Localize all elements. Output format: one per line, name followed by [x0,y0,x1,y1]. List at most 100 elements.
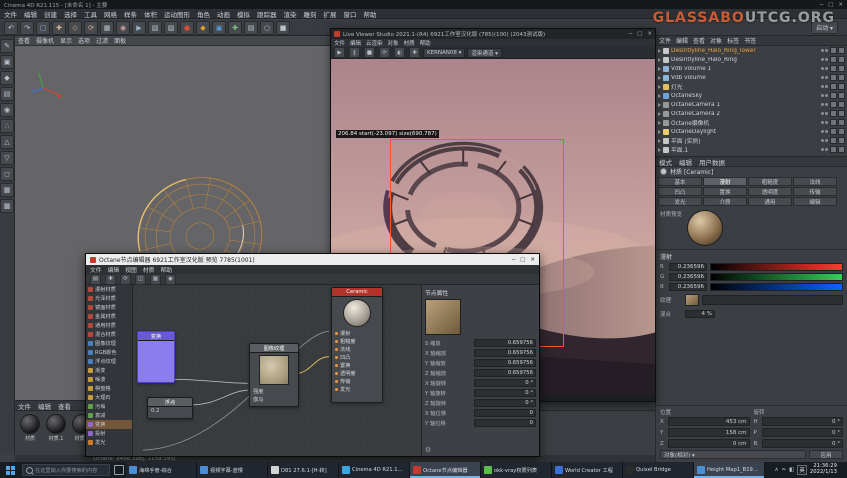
render-passes-dropdown[interactable]: 渲染通道 ▾ [467,48,502,58]
node-input-row[interactable]: 粗糙度 [332,337,382,345]
coordinate-value[interactable]: 158 cm [668,428,750,437]
channel-value[interactable]: 0.236596 [669,263,707,271]
material-channel-tab[interactable]: 凹凸 [658,187,702,196]
coordinate-value[interactable]: 0 ° [762,428,844,437]
toolbar-icon[interactable]: ▶ [334,47,345,58]
menu-item[interactable]: 模拟 [237,9,250,19]
menu-item[interactable]: 编辑 [24,9,37,19]
material-channel-tab[interactable]: 置换 [703,187,747,196]
param-value[interactable]: 0.659756 [474,339,536,347]
ceramic-material-node[interactable]: Ceramic 漫射 粗糙度 法线 凹凸 置换 透明度 传输 发光 [331,287,383,403]
node-editor-titlebar[interactable]: Octane节点编辑器 6921工作室汉化版 预览 7785(1001) ─ □… [86,254,539,265]
toolbar-icon[interactable]: ■ [364,47,375,58]
visibility-dots[interactable] [821,94,828,97]
menu-item[interactable]: 材质 [143,265,155,274]
param-value[interactable]: 0 ° [474,389,536,397]
object-label[interactable]: Vdb volume [671,75,819,81]
object-label[interactable]: Desintlyline_Halo_Ring [671,57,819,63]
toolbar-icon[interactable]: ▣ [212,21,226,35]
node-input-row[interactable]: 透明度 [332,369,382,377]
node-palette-item[interactable]: 渐变 [86,366,132,375]
menu-item[interactable]: 标签 [727,36,739,45]
visibility-dots[interactable] [821,67,828,70]
node-palette-item[interactable]: 混合材质 [86,330,132,339]
menu-item[interactable]: 书签 [744,36,756,45]
coordinate-value[interactable]: 0 ° [762,439,844,448]
menu-item[interactable]: 跟踪器 [257,9,277,19]
toolbar-icon[interactable]: ▩ [0,199,14,213]
menu-item[interactable]: 工具 [84,9,97,19]
object-tags[interactable] [830,110,845,117]
menu-item[interactable]: 编辑 [350,39,361,47]
lv-maximize-button[interactable]: □ [637,31,642,37]
taskbar-app[interactable]: Octane节点编辑器 [410,462,481,478]
taskbar-app[interactable]: Quixel Bridge [623,462,694,478]
menu-item[interactable]: 选择 [64,9,77,19]
param-value[interactable]: 0.659756 [474,369,536,377]
toolbar-icon[interactable]: ▦ [150,274,161,285]
param-value[interactable]: 0.659756 [474,349,536,357]
toolbar-icon[interactable]: ⟳ [379,47,390,58]
menu-item[interactable]: 样条 [124,9,137,19]
toolbar-icon[interactable]: ◇ [68,21,82,35]
object-row[interactable]: Vdb volume 1 [656,64,847,73]
menu-item[interactable]: 体积 [144,9,157,19]
toolbar-icon[interactable]: ✚ [228,21,242,35]
octane-node-editor-window[interactable]: Octane节点编辑器 6921工作室汉化版 预览 7785(1001) ─ □… [85,253,540,457]
toolbar-icon[interactable]: ▦ [0,183,14,197]
coordinate-value[interactable]: 0 ° [762,417,844,426]
menu-item[interactable]: 运动图形 [164,9,190,19]
minimize-button[interactable]: ─ [820,2,823,8]
menu-item[interactable]: 文件 [4,9,17,19]
toolbar-icon[interactable]: ● [180,21,194,35]
menu-item[interactable]: 选项 [78,36,90,45]
menu-item[interactable]: 查看 [18,36,30,45]
material-channel-tab[interactable]: 通用 [748,197,792,206]
node-input-row[interactable]: 置换 [332,361,382,369]
node-input-row[interactable]: 法线 [332,345,382,353]
params-texture-preview[interactable] [425,299,461,335]
menu-item[interactable]: 扩展 [324,9,337,19]
param-value[interactable]: 0.659756 [474,359,536,367]
menu-item[interactable]: 文件 [18,401,31,411]
toolbar-icon[interactable]: ▣ [0,55,14,69]
menu-item[interactable]: 角色 [197,9,210,19]
toolbar-icon[interactable]: ✎ [0,39,14,53]
ne-minimize-button[interactable]: ─ [512,257,515,263]
ne-maximize-button[interactable]: □ [520,257,525,263]
texture-path-field[interactable] [702,295,843,305]
taskbar-search[interactable]: 在这里输入你要搜索的内容 [22,464,110,476]
toolbar-icon[interactable]: ‖ [349,47,360,58]
visibility-dots[interactable] [821,130,828,133]
object-label[interactable]: OctaneSky [671,93,819,99]
menu-item[interactable]: 文件 [90,265,102,274]
node-palette-item[interactable]: 图像纹理 [86,339,132,348]
toolbar-icon[interactable]: ✚ [52,21,66,35]
toolbar-icon[interactable]: ▤ [90,274,101,285]
start-button[interactable] [0,462,20,478]
object-label[interactable]: OctaneDaylight [671,129,819,135]
menu-item[interactable]: 帮助 [160,265,172,274]
object-tags[interactable] [830,74,845,81]
material-channel-tab[interactable]: 透明度 [748,187,792,196]
taskbar-app[interactable]: Height Map1_B19... [694,462,765,478]
menu-item[interactable]: 查看 [693,36,705,45]
toolbar-icon[interactable]: ○ [260,21,274,35]
expand-arrow-icon[interactable] [658,148,661,152]
toolbar-icon[interactable]: ◐ [394,47,405,58]
object-tags[interactable] [830,56,845,63]
object-row[interactable]: OctaneCamera 2 [656,109,847,118]
node-palette-item[interactable]: 变换 [86,420,132,429]
channel-slider[interactable] [710,283,843,291]
toolbar-icon[interactable]: ◆ [196,21,210,35]
object-tags[interactable] [830,146,845,153]
material-channel-tab[interactable]: 发光 [658,197,702,206]
coordinate-space-dropdown[interactable]: 对象(相对) ▾ [660,450,806,459]
toolbar-icon[interactable]: ▽ [0,151,14,165]
node-input-row[interactable]: 漫射 [332,329,382,337]
menu-item[interactable]: 窗口 [344,9,357,19]
toolbar-icon[interactable]: ◉ [116,21,130,35]
visibility-dots[interactable] [821,76,828,79]
object-label[interactable]: 平面 (实例) [671,136,819,145]
param-value[interactable]: 0 ° [474,379,536,387]
